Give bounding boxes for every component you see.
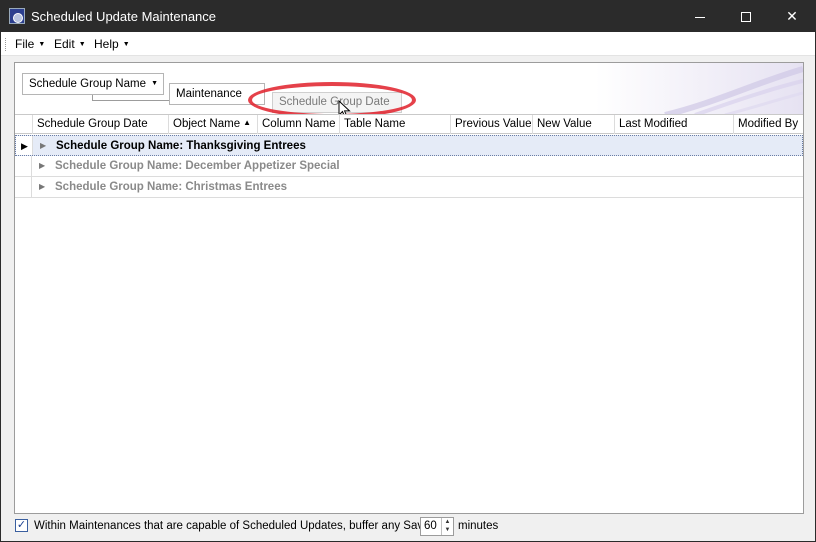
stepper-up-icon[interactable]: ▲	[442, 518, 453, 526]
group-by-panel[interactable]: Schedule Group Name ▼ Maintenance Schedu…	[15, 63, 803, 115]
close-icon: ✕	[786, 8, 798, 24]
column-header-object-name[interactable]: Object Name ▲	[168, 115, 257, 134]
column-header-label: New Value	[537, 118, 592, 130]
row-indicator	[15, 156, 32, 176]
chip-connector	[92, 100, 169, 101]
column-header-label: Column Name	[262, 118, 336, 130]
minimize-icon	[695, 16, 705, 18]
expand-icon[interactable]: ▶	[40, 141, 46, 150]
chevron-down-icon: ▼	[78, 41, 86, 48]
checkmark-icon: ✓	[16, 519, 27, 531]
menu-help[interactable]: Help ▼	[94, 37, 130, 51]
main-window: Scheduled Update Maintenance ✕ File ▼ Edi…	[0, 0, 816, 542]
sort-ascending-icon: ▲	[243, 118, 251, 127]
menu-grip	[5, 38, 7, 51]
buffer-minutes-stepper[interactable]: 60 ▲ ▼	[420, 517, 454, 536]
column-header-last-modified[interactable]: Last Modified	[614, 115, 733, 134]
app-icon	[9, 8, 25, 24]
row-indicator: ▶	[16, 136, 33, 155]
group-row[interactable]: ▶ ▶ Schedule Group Name: Thanksgiving En…	[15, 135, 803, 156]
buffer-minutes-value: 60	[424, 520, 437, 532]
group-row-label: Schedule Group Name: Christmas Entrees	[55, 181, 287, 193]
menu-edit-label: Edit	[54, 37, 75, 51]
column-header-label: Previous Value	[455, 118, 532, 130]
title-bar[interactable]: Scheduled Update Maintenance ✕	[1, 1, 815, 32]
column-header-label: Object Name	[173, 118, 241, 130]
stepper-buttons: ▲ ▼	[441, 518, 453, 535]
menu-help-label: Help	[94, 37, 119, 51]
column-header-modified-by[interactable]: Modified By	[733, 115, 803, 134]
menu-bar: File ▼ Edit ▼ Help ▼	[1, 32, 815, 56]
window-title: Scheduled Update Maintenance	[31, 9, 217, 24]
column-header-label: Modified By	[738, 118, 799, 130]
row-indicator	[15, 177, 32, 197]
group-chip-label: Maintenance	[176, 88, 242, 100]
highlight-annotation	[248, 82, 416, 114]
buffer-save-label: Within Maintenances that are capable of …	[34, 520, 445, 532]
column-header-column-name[interactable]: Column Name	[257, 115, 339, 134]
column-header-label: Last Modified	[619, 118, 688, 130]
minutes-unit-label: minutes	[458, 520, 499, 532]
menu-file-label: File	[15, 37, 35, 51]
column-header-table-name[interactable]: Table Name	[339, 115, 450, 134]
chevron-down-icon: ▼	[151, 80, 158, 87]
expand-icon[interactable]: ▶	[39, 182, 45, 191]
group-row-label: Schedule Group Name: December Appetizer …	[55, 160, 340, 172]
column-header-previous-value[interactable]: Previous Value	[450, 115, 532, 134]
maximize-button[interactable]	[723, 1, 769, 32]
group-chip-label: Schedule Group Name	[29, 78, 146, 90]
grid-control: Schedule Group Name ▼ Maintenance Schedu…	[14, 62, 804, 514]
stepper-down-icon[interactable]: ▼	[442, 526, 453, 534]
mouse-cursor-icon	[338, 100, 351, 114]
current-row-pointer-icon: ▶	[21, 141, 28, 151]
group-row[interactable]: ▶ Schedule Group Name: December Appetize…	[15, 156, 803, 177]
grid-header: Schedule Group Date Object Name ▲ Column…	[15, 115, 803, 134]
maximize-icon	[741, 12, 751, 23]
group-row-label: Schedule Group Name: Thanksgiving Entree…	[56, 140, 306, 152]
minimize-button[interactable]	[677, 1, 723, 32]
column-header-label: Table Name	[344, 118, 406, 130]
buffer-save-checkbox[interactable]: ✓	[15, 519, 28, 532]
menu-edit[interactable]: Edit ▼	[54, 37, 86, 51]
column-header-schedule-group-date[interactable]: Schedule Group Date	[32, 115, 168, 134]
group-chip-schedule-group-name[interactable]: Schedule Group Name ▼	[22, 73, 164, 95]
footer-options: ✓ Within Maintenances that are capable o…	[14, 516, 804, 538]
chevron-down-icon: ▼	[122, 41, 130, 48]
column-header-label: Schedule Group Date	[37, 118, 148, 130]
column-header-new-value[interactable]: New Value	[532, 115, 614, 134]
menu-file[interactable]: File ▼	[15, 37, 45, 51]
chevron-down-icon: ▼	[38, 41, 46, 48]
panel-decoration	[595, 63, 803, 114]
expand-icon[interactable]: ▶	[39, 161, 45, 170]
group-row[interactable]: ▶ Schedule Group Name: Christmas Entrees	[15, 177, 803, 198]
close-button[interactable]: ✕	[769, 1, 815, 32]
